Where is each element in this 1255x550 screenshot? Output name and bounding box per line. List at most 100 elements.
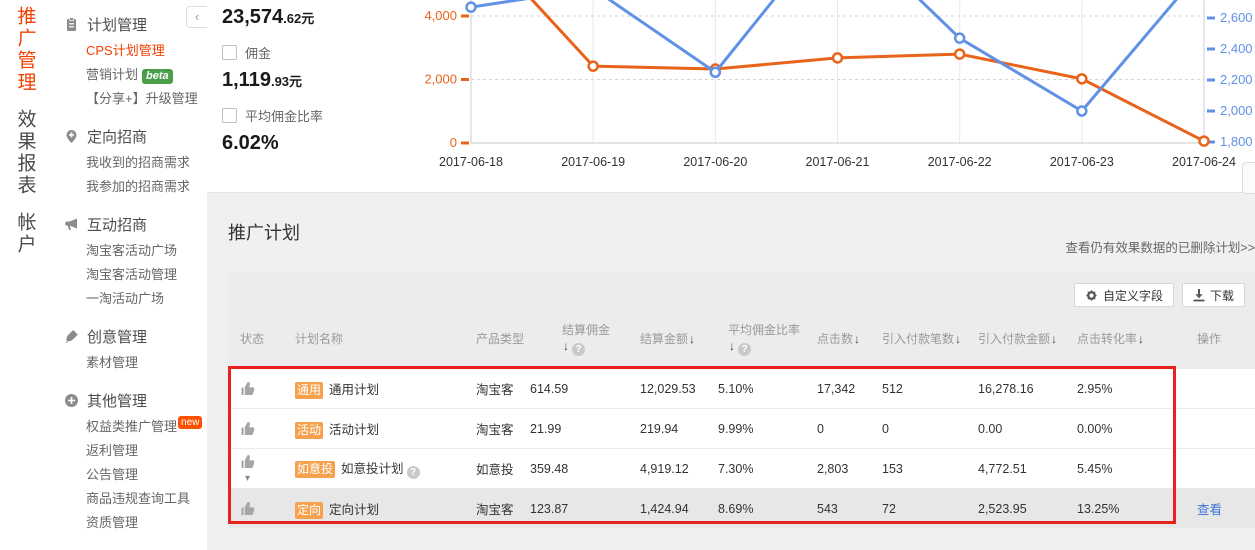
sidebar-section: 其他管理权益类推广管理new返利管理公告管理商品违规查询工具资质管理	[64, 386, 207, 535]
sidebar-item[interactable]: CPS计划管理	[64, 39, 207, 63]
x-axis-label: 2017-06-19	[561, 155, 625, 169]
sort-desc-icon[interactable]: ↓	[854, 332, 860, 346]
product-type-cell: 淘宝客	[476, 419, 530, 438]
stat-value-main: 1,119	[222, 69, 271, 91]
column-header-9[interactable]: 引入付款金额↓	[978, 331, 1077, 347]
plans-table: 自定义字段下载 状态计划名称产品类型结算佣金↓?结算金额↓平均佣金比率↓?点击数…	[228, 272, 1255, 528]
table-row[interactable]: 定向定向计划淘宝客123.871,424.948.69%543722,523.9…	[228, 488, 1255, 528]
metric-label: 佣金	[245, 43, 271, 62]
sidebar-item[interactable]: 淘宝客活动广场	[64, 239, 207, 263]
x-axis-label: 2017-06-22	[928, 155, 992, 169]
sidebar-item-label: CPS计划管理	[86, 43, 165, 58]
vnav-item-2[interactable]: 效果报表	[16, 109, 35, 197]
settle-amount-cell: 219.94	[640, 422, 718, 436]
operation-cell: 查看	[1197, 499, 1255, 518]
new-badge: new	[178, 416, 202, 429]
sidebar-section-title[interactable]: 互动招商	[64, 210, 207, 239]
section-title-label: 互动招商	[87, 214, 147, 235]
orange-series-point	[1200, 137, 1209, 146]
button-label: 自定义字段	[1103, 287, 1163, 304]
column-header-label: 状态	[240, 332, 264, 346]
pay-amount-cell: 4,772.51	[978, 462, 1077, 476]
product-type-cell: 淘宝客	[476, 379, 530, 398]
column-header-7[interactable]: 点击数↓	[817, 331, 882, 347]
sidebar-section-title[interactable]: 其他管理	[64, 386, 207, 415]
right-axis-tick	[1207, 79, 1215, 82]
sort-desc-icon[interactable]: ↓	[689, 332, 695, 346]
column-header-6[interactable]: 平均佣金比率↓?	[718, 322, 817, 357]
help-icon[interactable]: ?	[407, 466, 420, 479]
sort-desc-icon[interactable]: ↓	[1138, 332, 1144, 346]
stat-commission-amount: 1,119.93元	[222, 69, 410, 91]
product-type-cell: 如意投	[476, 459, 530, 478]
sidebar-item[interactable]: 【分享+】升级管理	[64, 87, 207, 111]
pay-count-cell: 0	[882, 422, 978, 436]
sidebar-section: 定向招商我收到的招商需求我参加的招商需求	[64, 122, 207, 199]
status-dropdown-caret[interactable]: ▾	[245, 473, 250, 484]
sort-desc-icon[interactable]: ↓	[1051, 332, 1057, 346]
status-cell	[240, 381, 295, 397]
chart-svg: 02,0004,0001,8002,0002,2002,4002,6002017…	[410, 0, 1255, 193]
column-header-5[interactable]: 结算金额↓	[640, 331, 718, 347]
plan-type-badge: 通用	[295, 382, 323, 399]
sidebar-section-title[interactable]: 创意管理	[64, 322, 207, 351]
sort-desc-icon[interactable]: ↓	[955, 332, 961, 346]
sidebar-sections: 计划管理CPS计划管理营销计划beta【分享+】升级管理定向招商我收到的招商需求…	[64, 10, 207, 535]
avg-rate-cell: 7.30%	[718, 462, 817, 476]
floating-widget[interactable]	[1242, 162, 1255, 194]
sidebar-item[interactable]: 商品违规查询工具	[64, 487, 207, 511]
sidebar-item-label: 淘宝客活动广场	[86, 243, 177, 258]
table-row[interactable]: ▾如意投如意投计划?如意投359.484,919.127.30%2,803153…	[228, 448, 1255, 488]
customize-fields-button[interactable]: 自定义字段	[1074, 283, 1174, 307]
sidebar-item[interactable]: 一淘活动广场	[64, 287, 207, 311]
plan-name-cell: 如意投如意投计划?	[295, 458, 476, 479]
column-header-label: 操作	[1197, 332, 1221, 346]
column-header-label: 点击转化率	[1077, 332, 1137, 346]
settle-amount-cell: 4,919.12	[640, 462, 718, 476]
settle-amount-cell: 12,029.53	[640, 382, 718, 396]
column-header-4[interactable]: 结算佣金↓?	[530, 322, 640, 357]
sidebar-collapse-button[interactable]: ‹	[186, 6, 207, 28]
sidebar-item[interactable]: 资质管理	[64, 511, 207, 535]
sidebar-item[interactable]: 淘宝客活动管理	[64, 263, 207, 287]
sidebar-item[interactable]: 公告管理	[64, 463, 207, 487]
megaphone-icon	[64, 217, 79, 232]
sidebar-item[interactable]: 素材管理	[64, 351, 207, 375]
column-header-label: 引入付款金额	[978, 332, 1050, 346]
sort-desc-icon[interactable]: ↓	[563, 339, 569, 353]
settle-amount-cell: 1,424.94	[640, 502, 718, 516]
pay-count-cell: 512	[882, 382, 978, 396]
checkbox-icon[interactable]	[222, 108, 237, 123]
download-button[interactable]: 下载	[1182, 283, 1245, 307]
orange-series-point	[833, 53, 842, 62]
status-cell	[240, 501, 295, 517]
table-row[interactable]: 活动活动计划淘宝客21.99219.949.99%000.000.00%	[228, 408, 1255, 448]
sidebar-item[interactable]: 我收到的招商需求	[64, 151, 207, 175]
thumb-up-icon[interactable]	[240, 381, 256, 397]
pay-count-cell: 72	[882, 502, 978, 516]
thumb-up-icon[interactable]	[240, 454, 256, 470]
help-icon[interactable]: ?	[738, 343, 751, 356]
vnav-item-3[interactable]: 帐户	[16, 212, 35, 256]
column-header-10[interactable]: 点击转化率↓	[1077, 331, 1197, 347]
sort-desc-icon[interactable]: ↓	[729, 339, 735, 353]
vnav-item-1[interactable]: 推广管理	[16, 6, 35, 94]
thumb-up-icon[interactable]	[240, 421, 256, 437]
help-icon[interactable]: ?	[572, 343, 585, 356]
sidebar-item[interactable]: 返利管理	[64, 439, 207, 463]
checkbox-icon[interactable]	[222, 45, 237, 60]
view-link[interactable]: 查看	[1197, 503, 1222, 517]
sidebar-section-title[interactable]: 定向招商	[64, 122, 207, 151]
thumb-up-icon[interactable]	[240, 501, 256, 517]
sidebar-item[interactable]: 权益类推广管理new	[64, 415, 207, 439]
table-toolbar: 自定义字段 下载	[228, 272, 1255, 310]
column-header-label: 点击数	[817, 332, 853, 346]
metric-checkbox-avg-rate[interactable]: 平均佣金比率	[222, 106, 410, 125]
column-header-8[interactable]: 引入付款笔数↓	[882, 331, 978, 347]
metric-checkbox-commission[interactable]: 佣金	[222, 43, 410, 62]
sidebar-item[interactable]: 营销计划beta	[64, 63, 207, 87]
sidebar-item[interactable]: 我参加的招商需求	[64, 175, 207, 199]
deleted-plans-link[interactable]: 查看仍有效果数据的已删除计划>>	[1065, 237, 1255, 256]
column-header-sub: ↓?	[562, 338, 640, 357]
table-row[interactable]: 通用通用计划淘宝客614.5912,029.535.10%17,34251216…	[228, 368, 1255, 408]
